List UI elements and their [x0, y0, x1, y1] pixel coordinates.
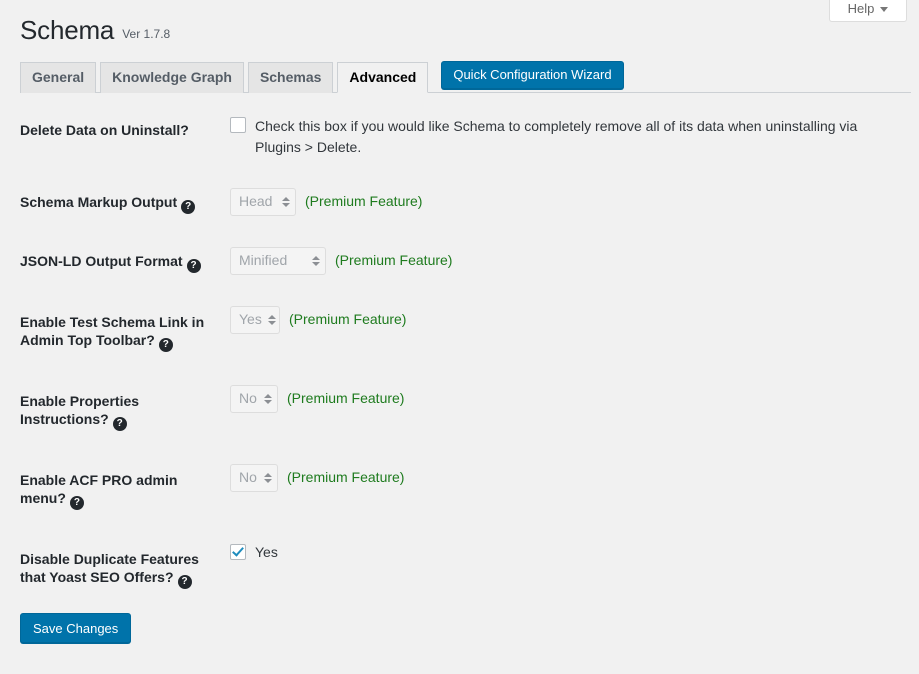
help-button-label: Help	[848, 1, 875, 16]
label-schema-markup-output: Schema Markup Output?	[20, 173, 220, 232]
jsonld-output-format-select[interactable]: Minified	[230, 247, 326, 275]
disable-duplicate-features-checkbox[interactable]	[230, 544, 246, 560]
row-disable-duplicate-features: Disable Duplicate Features that Yoast SE…	[20, 528, 907, 607]
tab-general[interactable]: General	[20, 62, 96, 93]
field-acf-pro-admin-menu: No (Premium Feature)	[220, 449, 907, 528]
test-schema-link-select[interactable]: Yes	[230, 306, 280, 334]
delete-data-description: Check this box if you would like Schema …	[255, 116, 897, 158]
field-properties-instructions: No (Premium Feature)	[220, 370, 907, 449]
select-spinner-icon	[268, 315, 276, 325]
page-title: Schema	[20, 14, 114, 47]
save-changes-button[interactable]: Save Changes	[20, 613, 131, 643]
label-jsonld-output-format: JSON-LD Output Format?	[20, 232, 220, 291]
field-disable-duplicate-features: Yes	[220, 528, 907, 607]
label-disable-duplicate-features: Disable Duplicate Features that Yoast SE…	[20, 528, 220, 607]
row-properties-instructions: Enable Properties Instructions?? No (Pre…	[20, 370, 907, 449]
label-text-disable-duplicate-features: Disable Duplicate Features that Yoast SE…	[20, 551, 199, 585]
help-icon-test-schema-link[interactable]: ?	[159, 338, 173, 352]
premium-note-acf-pro-admin-menu: (Premium Feature)	[287, 468, 404, 488]
select-spinner-icon	[282, 197, 290, 207]
label-acf-pro-admin-menu: Enable ACF PRO admin menu??	[20, 449, 220, 528]
help-icon-properties-instructions[interactable]: ?	[113, 417, 127, 431]
label-text-jsonld-output-format: JSON-LD Output Format	[20, 253, 183, 269]
disable-duplicate-features-checkbox-label: Yes	[255, 544, 278, 560]
tab-advanced[interactable]: Advanced	[337, 62, 428, 93]
quick-configuration-wizard-button[interactable]: Quick Configuration Wizard	[441, 61, 623, 89]
field-delete-data-on-uninstall: Check this box if you would like Schema …	[220, 101, 907, 173]
test-schema-link-value: Yes	[239, 310, 268, 330]
select-spinner-icon	[264, 394, 272, 404]
label-text-schema-markup-output: Schema Markup Output	[20, 194, 177, 210]
tab-knowledge-graph[interactable]: Knowledge Graph	[100, 62, 244, 93]
help-icon-disable-duplicate-features[interactable]: ?	[178, 575, 192, 589]
page-header: Schema Ver 1.7.8	[20, 0, 907, 47]
field-schema-markup-output: Head (Premium Feature)	[220, 173, 907, 232]
row-delete-data-on-uninstall: Delete Data on Uninstall? Check this box…	[20, 101, 907, 173]
plugin-version: Ver 1.7.8	[122, 27, 170, 41]
field-test-schema-link: Yes (Premium Feature)	[220, 291, 907, 370]
help-button[interactable]: Help	[829, 0, 907, 22]
schema-markup-output-value: Head	[239, 192, 278, 212]
row-test-schema-link: Enable Test Schema Link in Admin Top Too…	[20, 291, 907, 370]
settings-form-table: Delete Data on Uninstall? Check this box…	[20, 101, 907, 608]
delete-data-checkbox[interactable]	[230, 117, 246, 133]
label-text-acf-pro-admin-menu: Enable ACF PRO admin menu?	[20, 472, 177, 506]
select-spinner-icon	[312, 256, 320, 266]
acf-pro-admin-menu-select[interactable]: No	[230, 464, 278, 492]
label-test-schema-link: Enable Test Schema Link in Admin Top Too…	[20, 291, 220, 370]
tab-bar: General Knowledge Graph Schemas Advanced…	[20, 60, 911, 93]
label-text-test-schema-link: Enable Test Schema Link in Admin Top Too…	[20, 314, 204, 348]
help-icon-jsonld-output-format[interactable]: ?	[187, 259, 201, 273]
submit-area: Save Changes	[0, 613, 919, 643]
select-spinner-icon	[264, 473, 272, 483]
schema-markup-output-select[interactable]: Head	[230, 188, 296, 216]
premium-note-schema-markup-output: (Premium Feature)	[305, 192, 422, 212]
row-schema-markup-output: Schema Markup Output? Head (Premium Feat…	[20, 173, 907, 232]
jsonld-output-format-value: Minified	[239, 251, 293, 271]
help-icon-acf-pro-admin-menu[interactable]: ?	[70, 496, 84, 510]
help-icon-schema-markup-output[interactable]: ?	[181, 200, 195, 214]
properties-instructions-value: No	[239, 389, 263, 409]
label-properties-instructions: Enable Properties Instructions??	[20, 370, 220, 449]
row-jsonld-output-format: JSON-LD Output Format? Minified (Premium…	[20, 232, 907, 291]
label-delete-data-on-uninstall: Delete Data on Uninstall?	[20, 101, 220, 173]
tab-schemas[interactable]: Schemas	[248, 62, 333, 93]
field-jsonld-output-format: Minified (Premium Feature)	[220, 232, 907, 291]
premium-note-test-schema-link: (Premium Feature)	[289, 310, 406, 330]
page-wrapper: Schema Ver 1.7.8 General Knowledge Graph…	[0, 0, 919, 607]
premium-note-properties-instructions: (Premium Feature)	[287, 389, 404, 409]
properties-instructions-select[interactable]: No	[230, 385, 278, 413]
row-acf-pro-admin-menu: Enable ACF PRO admin menu?? No (Premium …	[20, 449, 907, 528]
chevron-down-icon	[880, 7, 888, 12]
premium-note-jsonld-output-format: (Premium Feature)	[335, 251, 452, 271]
acf-pro-admin-menu-value: No	[239, 468, 263, 488]
